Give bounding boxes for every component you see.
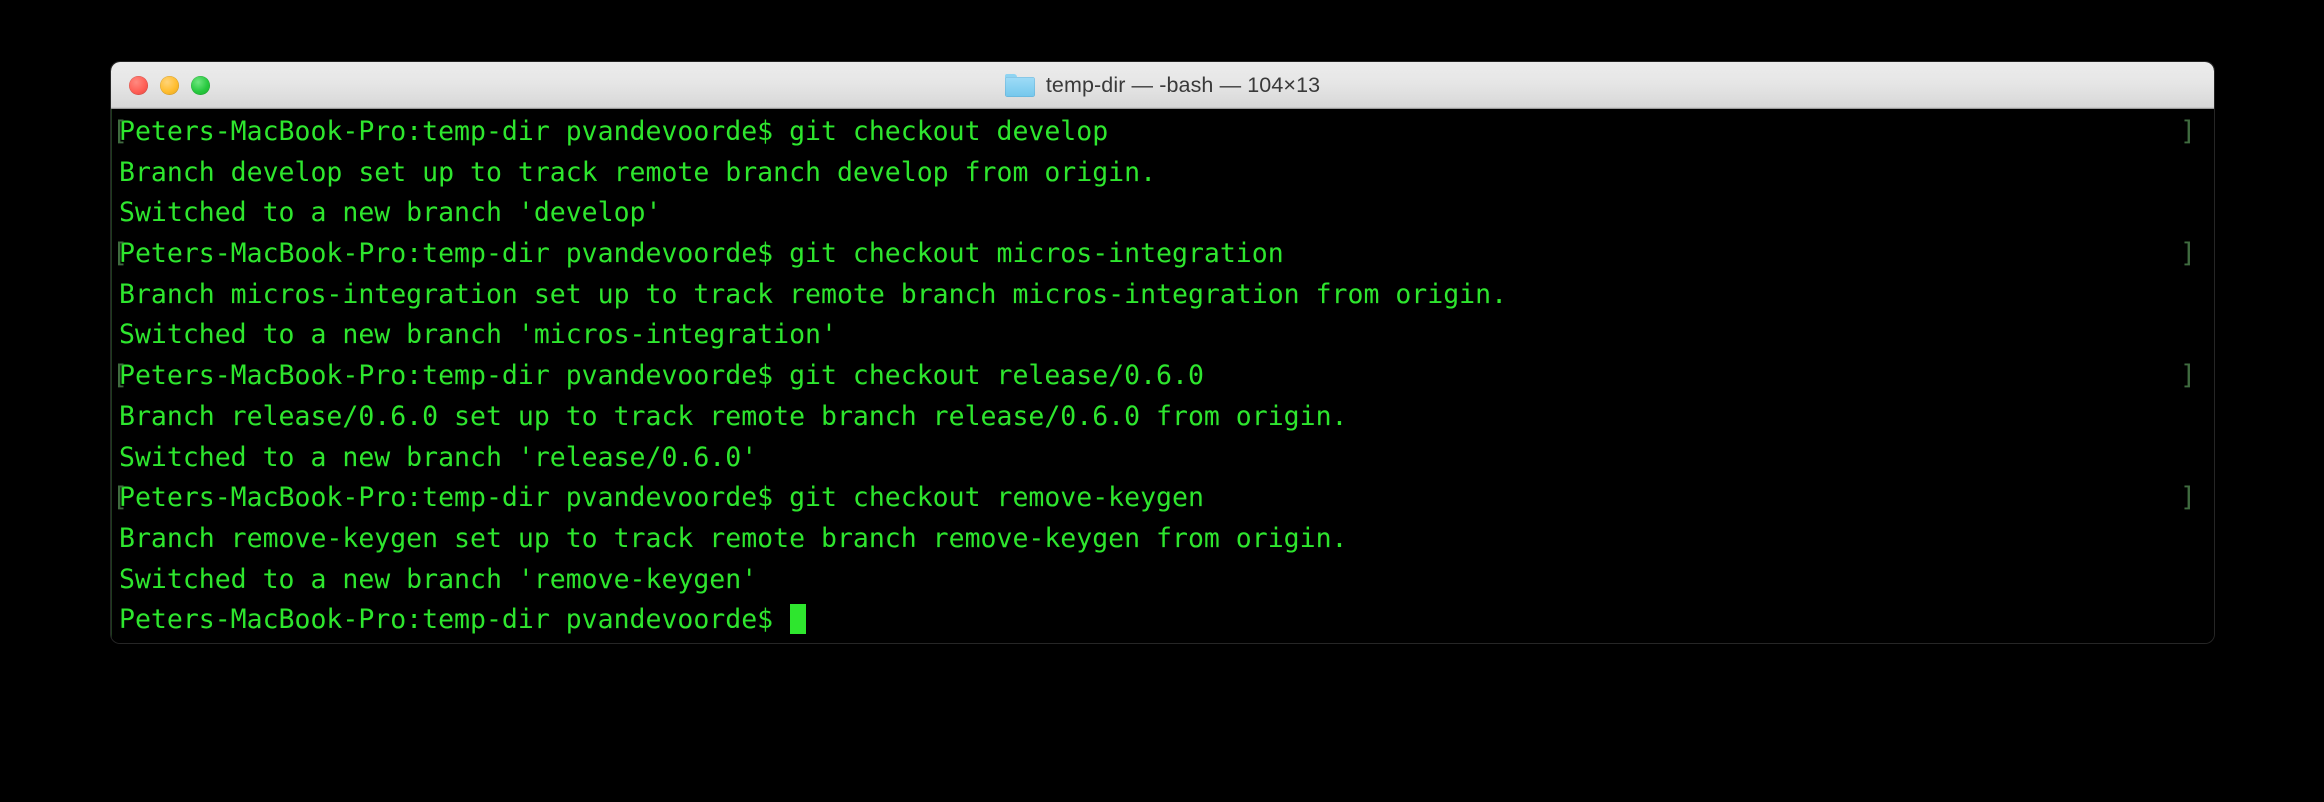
terminal-line-text: Peters-MacBook-Pro:temp-dir pvandevoorde… — [119, 116, 1109, 147]
prompt-mark-close: ] — [2180, 360, 2196, 392]
terminal-output-line: Branch micros-integration set up to trac… — [111, 275, 2214, 316]
prompt-mark-open: [ — [112, 116, 128, 147]
prompt-mark-open: [ — [112, 482, 128, 514]
terminal-line-text: Switched to a new branch 'remove-keygen' — [119, 563, 758, 595]
terminal-line-text: Branch micros-integration set up to trac… — [119, 278, 1508, 310]
terminal-prompt-line: [Peters-MacBook-Pro:temp-dir pvandevoord… — [111, 356, 2214, 397]
desktop-background: temp-dir — -bash — 104×13 [Peters-MacBoo… — [0, 0, 2324, 802]
terminal-line-text: Peters-MacBook-Pro:temp-dir pvandevoorde… — [119, 238, 1284, 270]
window-title-group: temp-dir — -bash — 104×13 — [1004, 72, 1321, 98]
terminal-output-line: Branch release/0.6.0 set up to track rem… — [111, 397, 2214, 438]
terminal-output-line: Branch develop set up to track remote br… — [111, 153, 2214, 194]
terminal-prompt-line: [Peters-MacBook-Pro:temp-dir pvandevoord… — [111, 234, 2214, 275]
terminal-line-text: Switched to a new branch 'release/0.6.0' — [119, 441, 758, 473]
terminal-line-text: Peters-MacBook-Pro:temp-dir pvandevoorde… — [119, 482, 1204, 514]
terminal-body[interactable]: [Peters-MacBook-Pro:temp-dir pvandevoord… — [111, 109, 2214, 643]
terminal-screen[interactable]: [Peters-MacBook-Pro:temp-dir pvandevoord… — [111, 112, 2214, 643]
terminal-line-text: Peters-MacBook-Pro:temp-dir pvandevoorde… — [119, 360, 1204, 392]
window-title-bar[interactable]: temp-dir — -bash — 104×13 — [111, 62, 2214, 109]
terminal-line-text: Switched to a new branch 'micros-integra… — [119, 319, 837, 351]
terminal-line-text: Branch develop set up to track remote br… — [119, 156, 1157, 188]
terminal-cursor — [790, 604, 806, 635]
terminal-line-text: Switched to a new branch 'develop' — [119, 197, 662, 229]
terminal-prompt-line: [Peters-MacBook-Pro:temp-dir pvandevoord… — [111, 478, 2214, 519]
prompt-mark-close: ] — [2180, 482, 2196, 514]
window-title: temp-dir — -bash — 104×13 — [1045, 72, 1321, 97]
terminal-output-line: Peters-MacBook-Pro:temp-dir pvandevoorde… — [111, 600, 2214, 641]
terminal-output-line: Switched to a new branch 'micros-integra… — [111, 315, 2214, 356]
minimize-button[interactable] — [160, 75, 179, 95]
prompt-mark-open: [ — [112, 238, 128, 270]
terminal-output-line: Switched to a new branch 'remove-keygen' — [111, 560, 2214, 601]
terminal-output-line: Branch remove-keygen set up to track rem… — [111, 519, 2214, 560]
prompt-mark-open: [ — [112, 360, 128, 392]
prompt-mark-close: ] — [2180, 238, 2196, 270]
window-controls[interactable] — [129, 62, 210, 108]
terminal-line-text: Branch remove-keygen set up to track rem… — [119, 522, 1348, 554]
folder-icon — [1004, 73, 1035, 97]
zoom-button[interactable] — [191, 75, 210, 95]
terminal-window[interactable]: temp-dir — -bash — 104×13 [Peters-MacBoo… — [111, 62, 2214, 643]
prompt-mark-close: ] — [2180, 116, 2196, 147]
terminal-line-text: Branch release/0.6.0 set up to track rem… — [119, 400, 1348, 432]
terminal-output-line: Switched to a new branch 'release/0.6.0' — [111, 438, 2214, 479]
close-button[interactable] — [129, 75, 148, 95]
terminal-prompt-line: [Peters-MacBook-Pro:temp-dir pvandevoord… — [111, 112, 2214, 153]
terminal-line-text: Peters-MacBook-Pro:temp-dir pvandevoorde… — [119, 604, 790, 636]
terminal-output-line: Switched to a new branch 'develop' — [111, 193, 2214, 234]
